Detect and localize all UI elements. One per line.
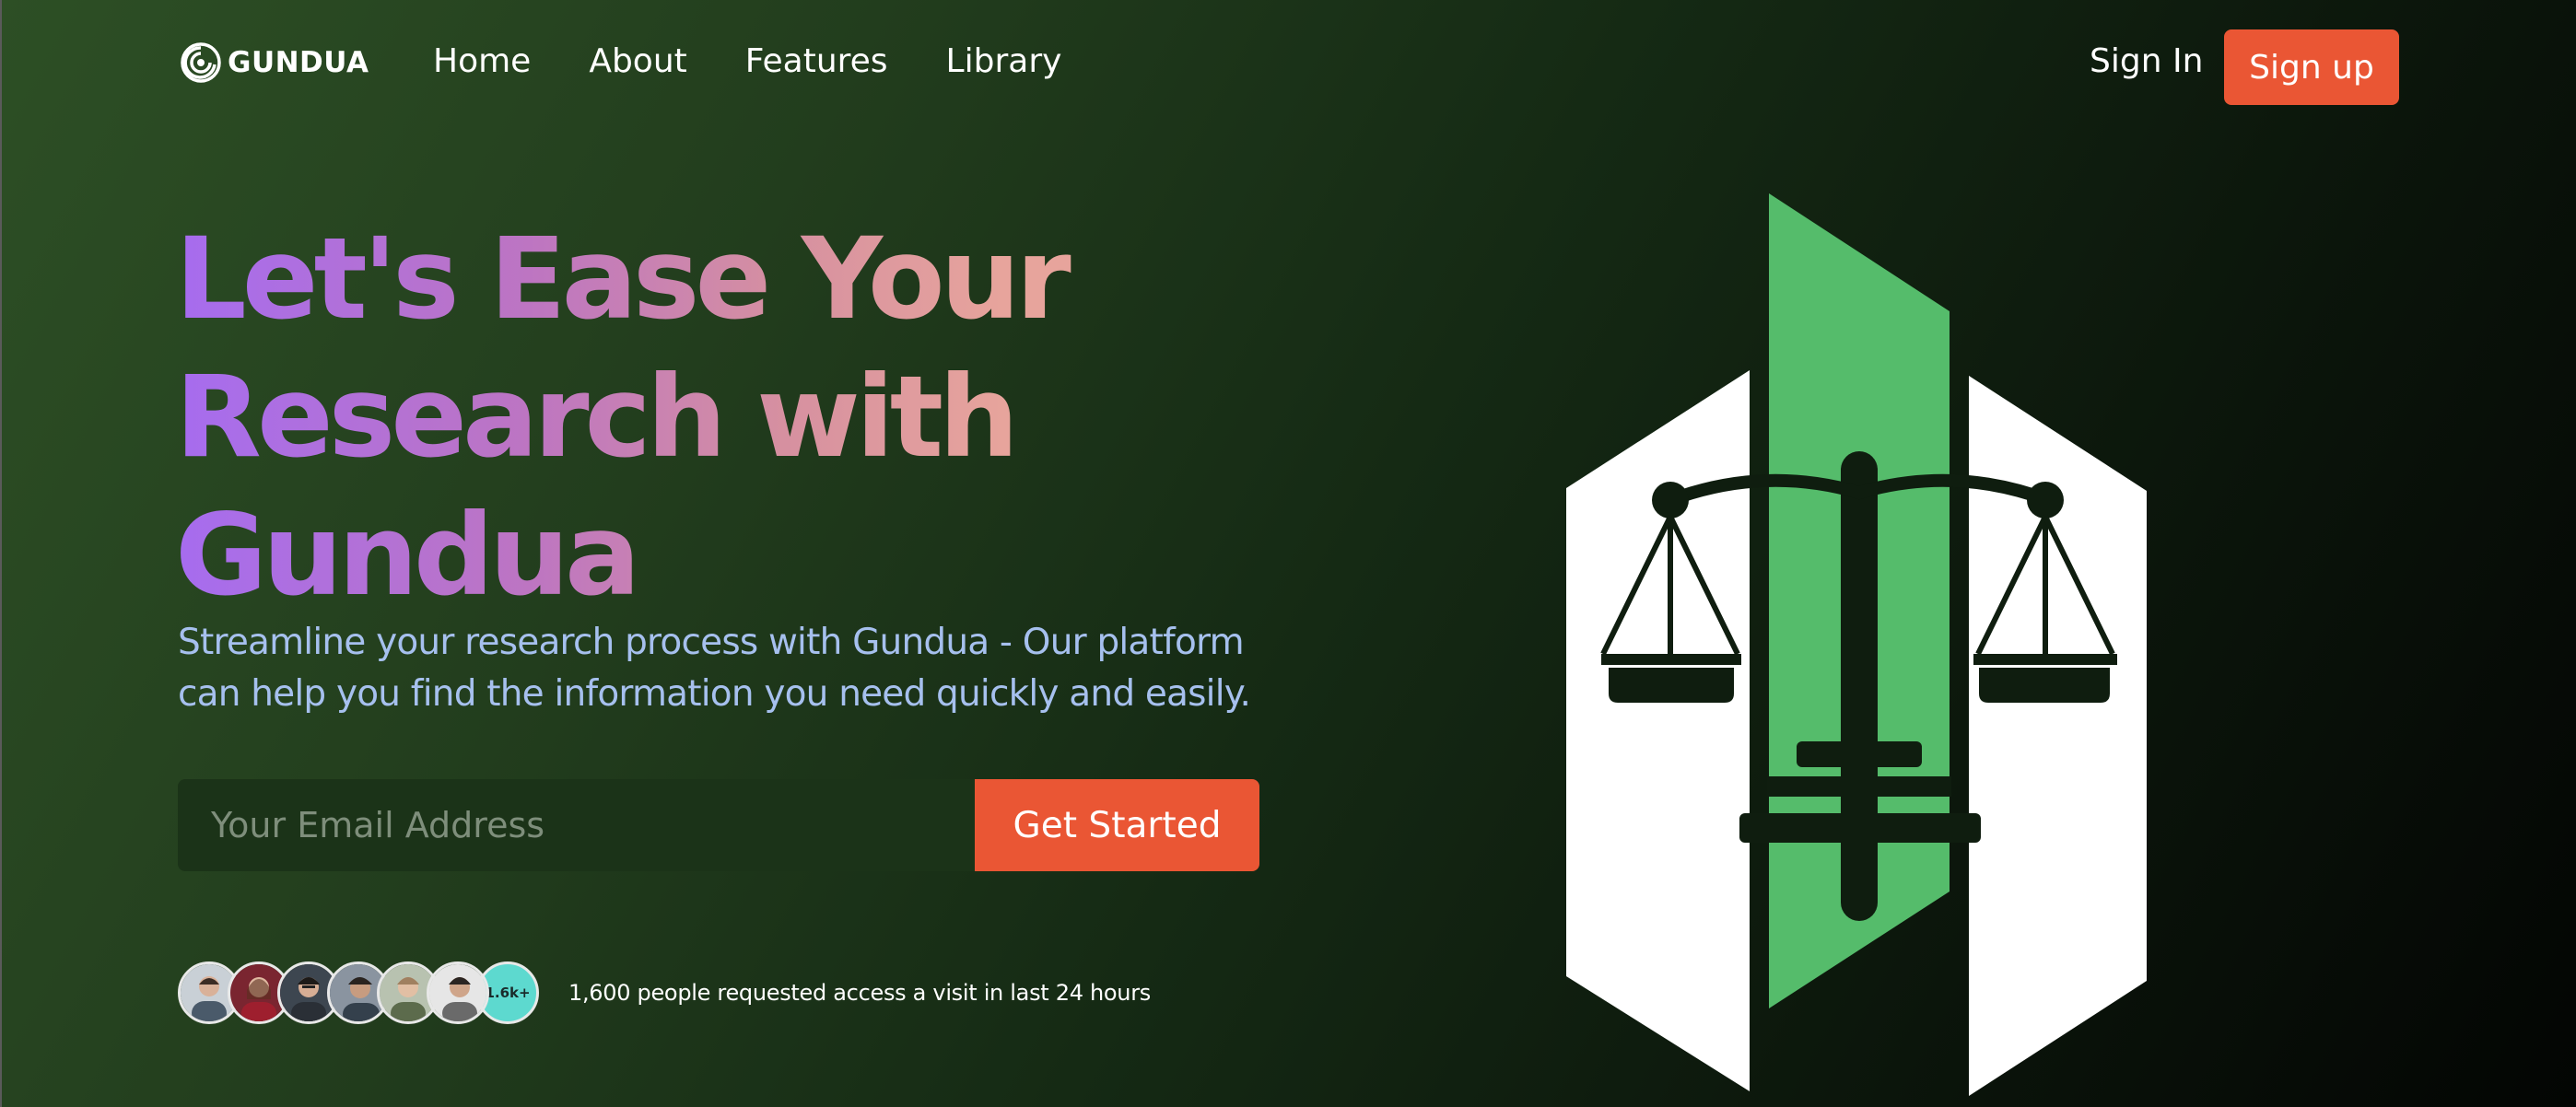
nav-home[interactable]: Home xyxy=(433,42,531,80)
get-started-button[interactable]: Get Started xyxy=(975,779,1259,871)
scales-of-justice-icon xyxy=(1566,193,2147,1096)
social-proof-text: 1,600 people requested access a visit in… xyxy=(568,980,1151,1006)
hero-title: Let's Ease Your Research with Gundua xyxy=(175,210,1281,624)
nav-about[interactable]: About xyxy=(589,42,686,80)
brand-name: GUNDUA xyxy=(228,46,369,79)
nav-library[interactable]: Library xyxy=(946,42,1062,80)
main-nav: Home About Features Library xyxy=(433,42,1061,80)
hero-title-line: Let's Ease Your xyxy=(175,214,1067,344)
hero-title-line: Gundua xyxy=(175,490,637,621)
brand-logo[interactable]: GUNDUA xyxy=(180,37,369,88)
avatar xyxy=(427,961,489,1024)
avatar-stack: 1.6k+ xyxy=(178,961,539,1024)
hero-title-line: Research with xyxy=(175,352,1014,483)
swirl-logo-icon xyxy=(181,42,221,83)
social-proof: 1.6k+ 1,600 people requested access a vi… xyxy=(178,961,1151,1024)
email-signup-form: Get Started xyxy=(178,779,1259,871)
sign-in-link[interactable]: Sign In xyxy=(2090,42,2203,80)
sign-up-button[interactable]: Sign up xyxy=(2224,29,2399,105)
window-edge xyxy=(0,0,2,1107)
email-input[interactable] xyxy=(178,779,975,871)
left-panel-shape xyxy=(1566,370,1750,1091)
nav-features[interactable]: Features xyxy=(745,42,888,80)
hero-subtitle: Streamline your research process with Gu… xyxy=(178,622,1251,715)
